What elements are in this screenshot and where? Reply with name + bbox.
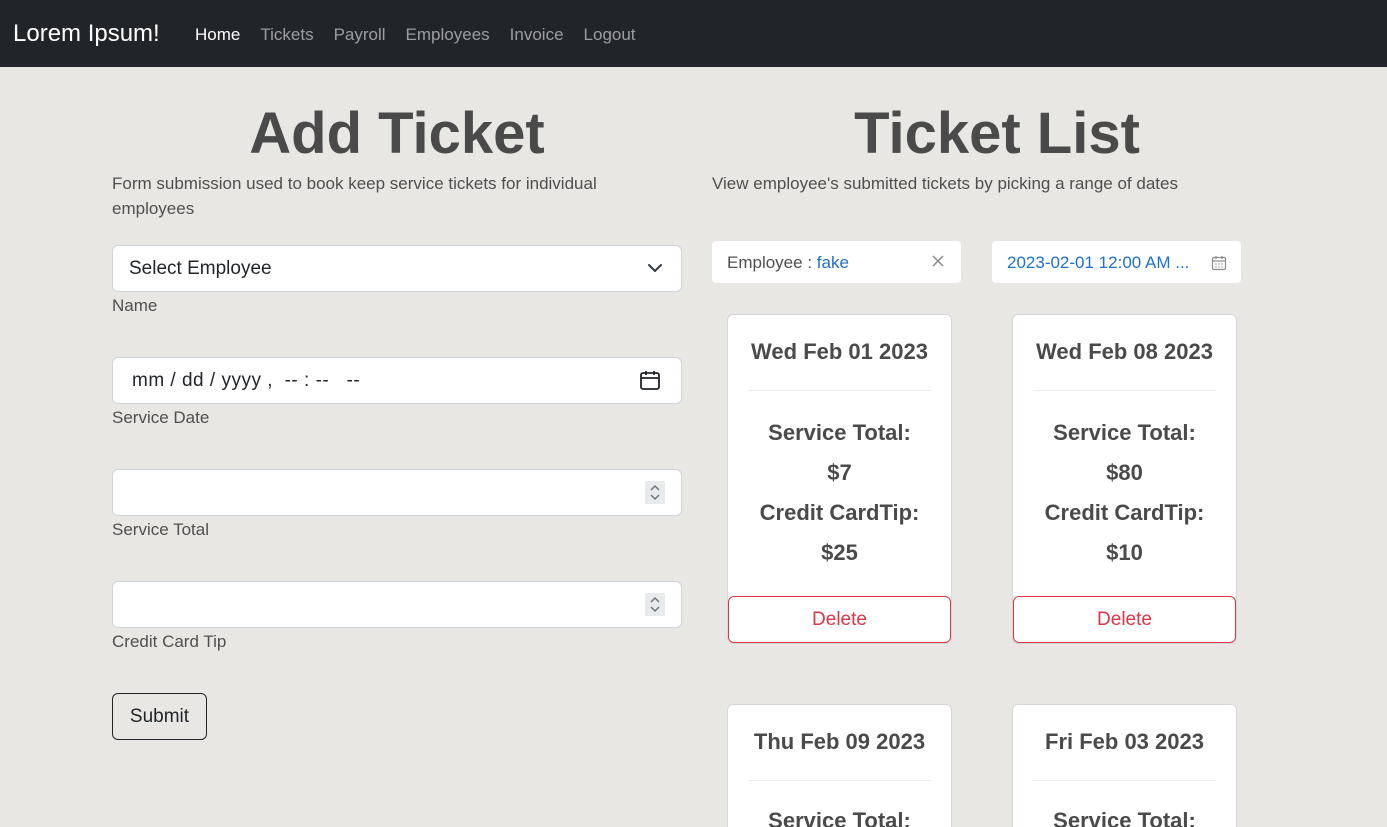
service-total-label: Service Total bbox=[112, 520, 210, 539]
ticket-card: Thu Feb 09 2023 Service Total: bbox=[727, 704, 952, 827]
ticket-date: Fri Feb 03 2023 bbox=[1045, 729, 1204, 754]
card-divider bbox=[1033, 390, 1216, 391]
nav-link-payroll[interactable]: Payroll bbox=[334, 24, 386, 46]
service-total-heading: Service Total: bbox=[1053, 808, 1196, 827]
service-total-heading: Service Total: bbox=[768, 420, 911, 445]
employee-filter-text: Employee : fake bbox=[727, 253, 849, 272]
brand-logo[interactable]: Lorem Ipsum! bbox=[13, 18, 160, 50]
credit-tip-heading: Credit CardTip: bbox=[1044, 500, 1205, 525]
nav-link-tickets[interactable]: Tickets bbox=[260, 24, 313, 46]
submit-button[interactable]: Submit bbox=[112, 693, 207, 740]
spinner-icon[interactable] bbox=[645, 593, 665, 616]
service-total-input[interactable] bbox=[112, 469, 682, 516]
ticket-list-title: Ticket List bbox=[854, 101, 1140, 166]
add-ticket-description: Form submission used to book keep servic… bbox=[112, 174, 597, 218]
ticket-card: Wed Feb 08 2023 Service Total: $80 Credi… bbox=[1012, 314, 1237, 644]
nav-link-home[interactable]: Home bbox=[195, 24, 240, 46]
credit-card-tip-input[interactable] bbox=[112, 581, 682, 628]
service-total-heading: Service Total: bbox=[768, 808, 911, 827]
service-total-value: $7 bbox=[827, 460, 852, 485]
employee-select-value: Select Employee bbox=[129, 258, 272, 279]
employee-filter-value: fake bbox=[816, 253, 849, 272]
ticket-date: Thu Feb 09 2023 bbox=[753, 729, 926, 754]
card-divider bbox=[748, 390, 931, 391]
name-label: Name bbox=[112, 296, 158, 315]
employee-filter[interactable]: Employee : fake bbox=[712, 241, 961, 283]
ticket-list-description: View employee's submitted tickets by pic… bbox=[712, 174, 1178, 193]
delete-button[interactable]: Delete bbox=[728, 596, 951, 643]
ticket-date: Wed Feb 01 2023 bbox=[751, 339, 928, 364]
navbar: Lorem Ipsum! Home Tickets Payroll Employ… bbox=[0, 0, 1387, 67]
nav-link-logout[interactable]: Logout bbox=[584, 24, 636, 46]
service-total-value: $80 bbox=[1106, 460, 1143, 485]
delete-button[interactable]: Delete bbox=[1013, 596, 1236, 643]
spinner-icon[interactable] bbox=[645, 481, 665, 504]
add-ticket-title: Add Ticket bbox=[249, 101, 545, 166]
credit-card-tip-label: Credit Card Tip bbox=[112, 632, 227, 651]
date-range-picker[interactable]: 2023-02-01 12:00 AM ... bbox=[992, 241, 1241, 283]
card-divider bbox=[748, 780, 931, 781]
credit-tip-value: $10 bbox=[1106, 540, 1143, 565]
service-total-heading: Service Total: bbox=[1053, 420, 1196, 445]
ticket-card: Fri Feb 03 2023 Service Total: bbox=[1012, 704, 1237, 827]
ticket-card: Wed Feb 01 2023 Service Total: $7 Credit… bbox=[727, 314, 952, 644]
nav-links: Home Tickets Payroll Employees Invoice L… bbox=[195, 24, 636, 46]
calendar-icon[interactable] bbox=[1211, 255, 1227, 271]
credit-tip-heading: Credit CardTip: bbox=[759, 500, 920, 525]
service-date-label: Service Date bbox=[112, 408, 210, 427]
close-icon[interactable] bbox=[931, 254, 945, 268]
card-divider bbox=[1033, 780, 1216, 781]
service-date-input[interactable]: mm / dd / yyyy , -- : -- -- bbox=[112, 357, 682, 404]
employee-filter-label: Employee bbox=[727, 253, 803, 272]
nav-link-invoice[interactable]: Invoice bbox=[510, 24, 564, 46]
date-range-value: 2023-02-01 12:00 AM ... bbox=[1007, 253, 1190, 272]
service-date-placeholder: mm / dd / yyyy , -- : -- -- bbox=[132, 370, 361, 391]
nav-link-employees[interactable]: Employees bbox=[406, 24, 490, 46]
ticket-date: Wed Feb 08 2023 bbox=[1036, 339, 1213, 364]
credit-tip-value: $25 bbox=[821, 540, 858, 565]
calendar-icon[interactable] bbox=[639, 369, 661, 391]
chevron-down-icon bbox=[648, 264, 662, 272]
employee-select[interactable]: Select Employee bbox=[112, 245, 682, 292]
